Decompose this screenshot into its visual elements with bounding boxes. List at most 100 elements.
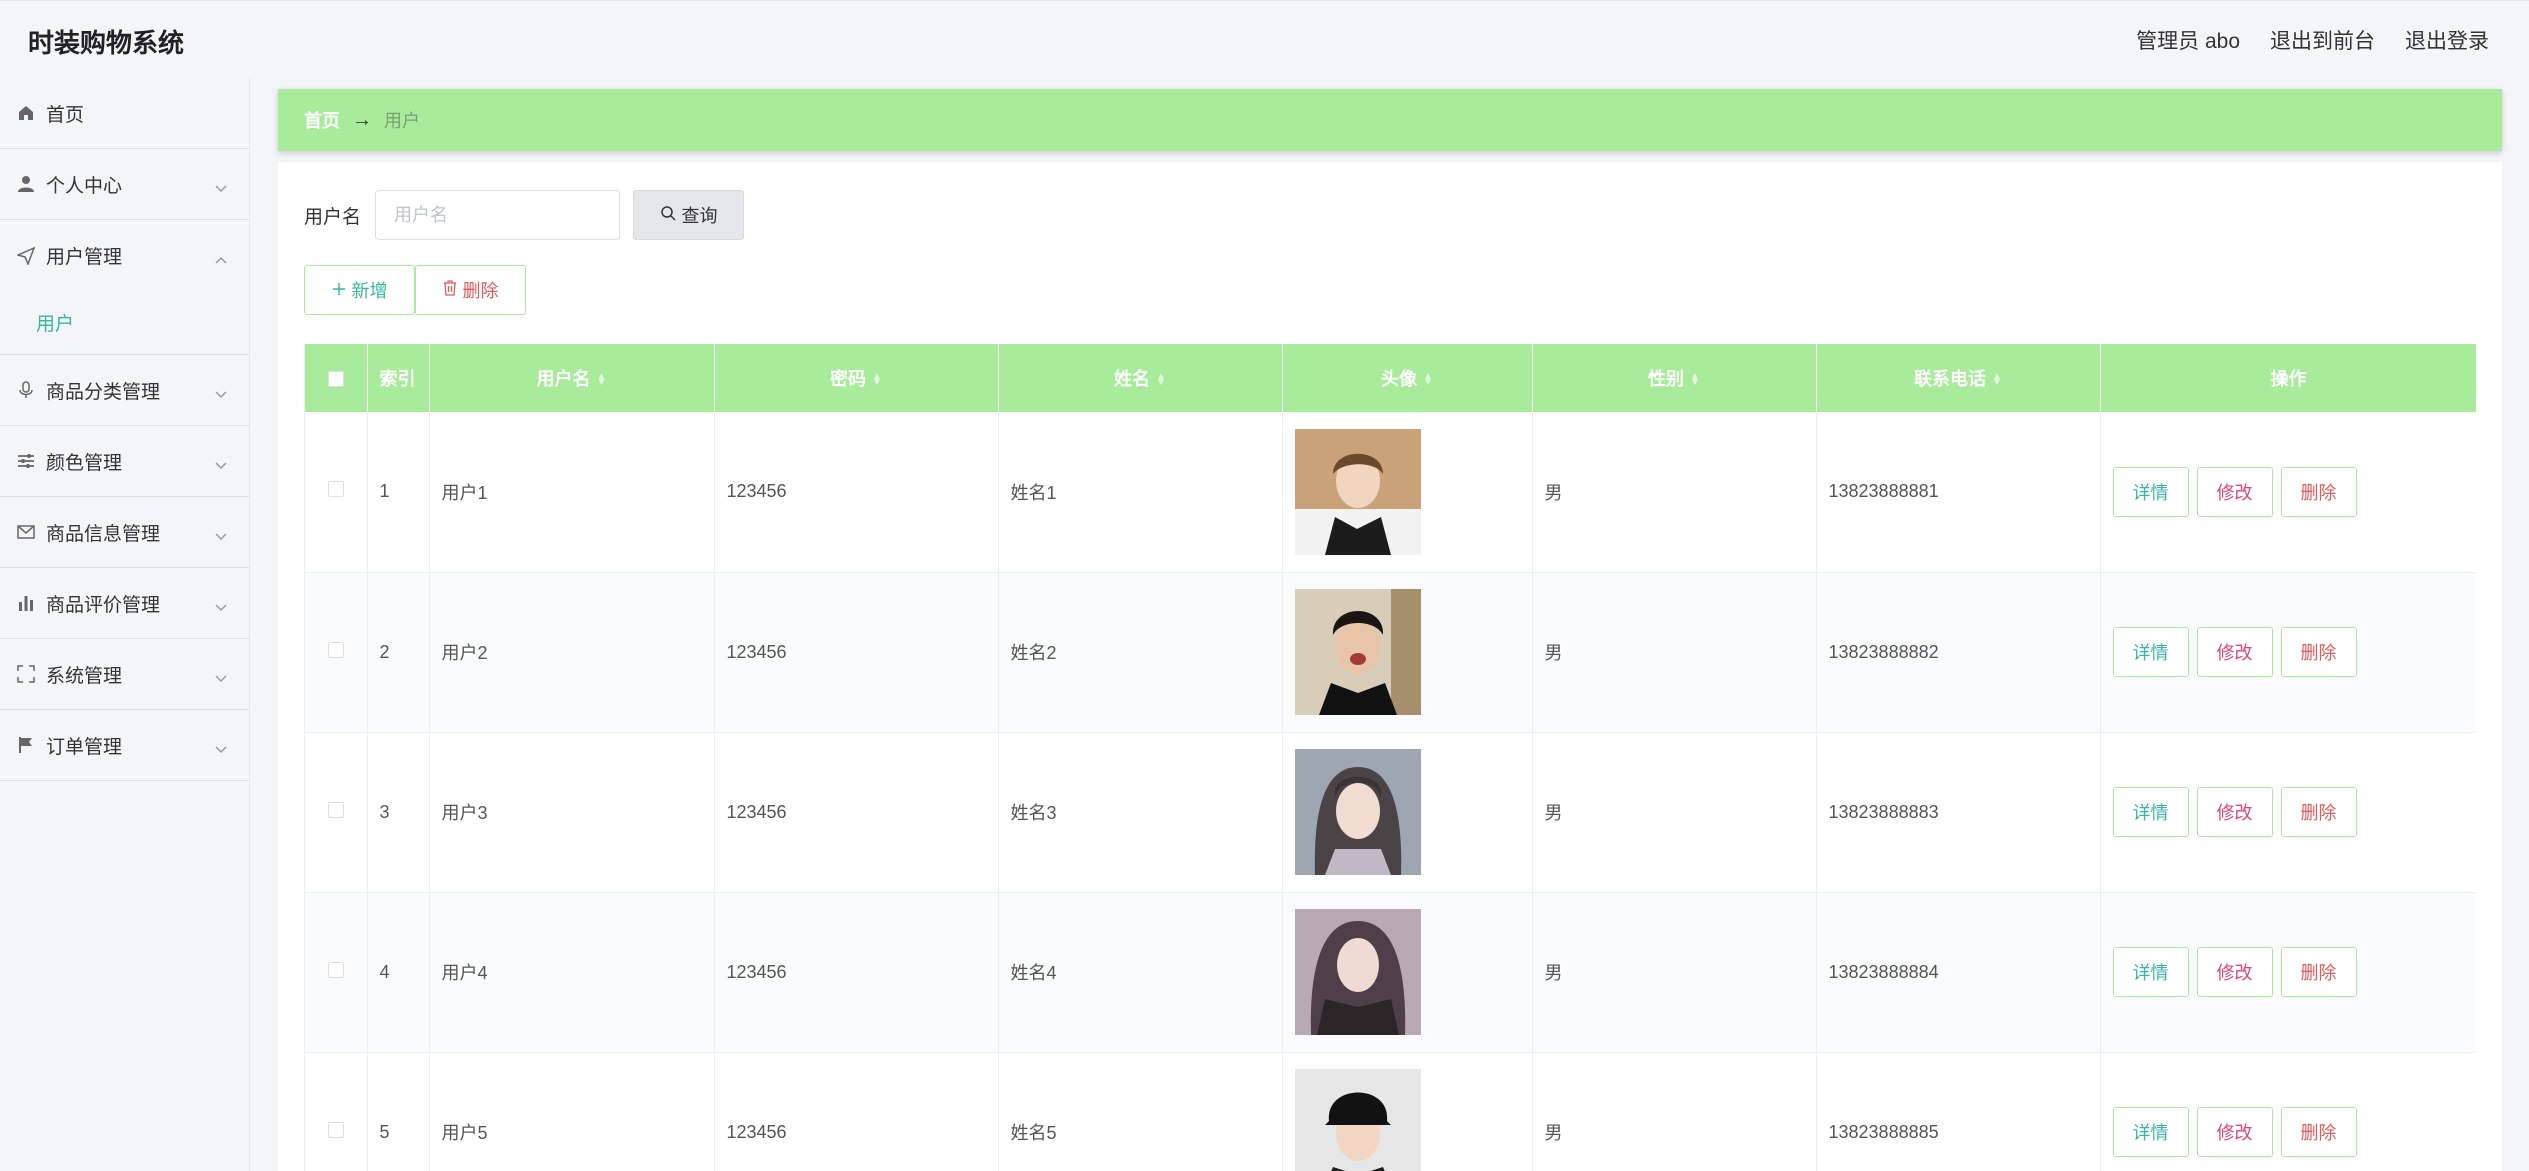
cell-gender: 男	[1532, 1052, 1817, 1171]
edit-button[interactable]: 修改	[2196, 466, 2273, 517]
column-header-phone[interactable]: 联系电话 ▲ ▼	[1816, 344, 2101, 412]
fullscreen-icon	[16, 664, 36, 684]
chevron-down-icon	[215, 596, 227, 618]
detail-button[interactable]: 详情	[2112, 466, 2189, 517]
sidebar-item-order-management[interactable]: 订单管理	[0, 710, 249, 781]
cell-actions: 详情 修改 删除	[2100, 732, 2476, 893]
sidebar-item-label: 订单管理	[46, 736, 123, 758]
batch-delete-button[interactable]: 删除	[415, 265, 526, 315]
row-checkbox[interactable]	[327, 961, 344, 978]
cell-gender: 男	[1532, 892, 1817, 1053]
row-checkbox[interactable]	[327, 1121, 344, 1138]
chevron-up-icon	[215, 248, 227, 270]
home-icon	[16, 103, 36, 123]
send-icon	[16, 246, 36, 266]
sidebar-item-personal-center[interactable]: 个人中心	[0, 149, 249, 220]
sidebar: 首页 个人中心 用户管理 用户 商品分类管理 颜色管理 商品信息管理 商品评价管…	[0, 78, 250, 1171]
delete-button[interactable]: 删除	[2280, 947, 2357, 997]
bar-chart-icon	[16, 593, 36, 613]
cell-username: 用户4	[429, 892, 715, 1053]
chevron-down-icon	[215, 383, 227, 405]
filter-lines-icon	[16, 451, 36, 471]
row-checkbox[interactable]	[327, 801, 344, 818]
table-row: 4 用户4 123456 姓名4 男 13823888884 详情 修改 删除	[305, 892, 2476, 1053]
breadcrumb-home-link[interactable]: 首页	[304, 107, 340, 133]
batch-delete-label: 删除	[462, 281, 499, 301]
breadcrumb-arrow: →	[352, 108, 372, 131]
row-checkbox[interactable]	[327, 641, 344, 658]
cell-username: 用户5	[429, 1052, 715, 1171]
edit-button[interactable]: 修改	[2196, 627, 2273, 677]
cell-actions: 详情 修改 删除	[2100, 572, 2476, 733]
cell-password: 123456	[714, 892, 999, 1053]
sidebar-subitem-users[interactable]: 用户	[0, 291, 249, 355]
chevron-down-icon	[215, 738, 227, 760]
select-all-checkbox[interactable]	[327, 370, 344, 387]
cell-index: 1	[367, 412, 430, 573]
column-header-index: 索引	[367, 344, 430, 412]
add-button-label: 新增	[351, 281, 388, 301]
search-input[interactable]	[375, 190, 621, 240]
sort-icon: ▲ ▼	[1690, 371, 1700, 389]
sidebar-item-product-info-management[interactable]: 商品信息管理	[0, 497, 249, 568]
column-header-password[interactable]: 密码 ▲ ▼	[714, 344, 999, 412]
table-row: 2 用户2 123456 姓名2 男 13823888882 详情 修改 删除	[305, 572, 2476, 733]
delete-button[interactable]: 删除	[2280, 1107, 2357, 1157]
sidebar-item-color-management[interactable]: 颜色管理	[0, 426, 249, 497]
exit-to-front-link[interactable]: 退出到前台	[2270, 25, 2375, 55]
column-header-gender[interactable]: 性别 ▲ ▼	[1532, 344, 1817, 412]
search-button-label: 查询	[681, 206, 718, 226]
cell-gender: 男	[1532, 732, 1817, 893]
sort-icon: ▲ ▼	[1156, 371, 1166, 389]
table-row: 3 用户3 123456 姓名3 男 13823888883 详情 修改 删除	[305, 732, 2476, 893]
detail-button[interactable]: 详情	[2112, 787, 2189, 837]
search-button[interactable]: 查询	[633, 190, 745, 240]
cell-name: 姓名1	[998, 412, 1283, 573]
chevron-down-icon	[215, 525, 227, 547]
edit-button[interactable]: 修改	[2196, 1107, 2273, 1157]
column-header-name[interactable]: 姓名 ▲ ▼	[998, 344, 1283, 412]
table-row: 5 用户5 123456 姓名5 男 13823888885 详情 修改 删除	[305, 1052, 2476, 1171]
chevron-down-icon	[215, 454, 227, 476]
app-title: 时装购物系统	[28, 28, 185, 58]
cell-name: 姓名3	[998, 732, 1283, 893]
detail-button[interactable]: 详情	[2112, 947, 2189, 997]
sidebar-item-review-management[interactable]: 商品评价管理	[0, 568, 249, 639]
plus-icon	[332, 280, 346, 301]
detail-button[interactable]: 详情	[2112, 627, 2189, 677]
delete-button[interactable]: 删除	[2280, 627, 2357, 677]
row-checkbox[interactable]	[327, 481, 344, 498]
sidebar-item-label: 商品信息管理	[46, 523, 161, 545]
main-content: 用户名 查询 新增 删除	[278, 162, 2502, 1171]
edit-button[interactable]: 修改	[2196, 947, 2273, 997]
cell-phone: 13823888885	[1816, 1052, 2101, 1171]
mail-icon	[16, 522, 36, 542]
delete-button[interactable]: 删除	[2280, 787, 2357, 837]
avatar	[1294, 909, 1421, 1035]
cell-password: 123456	[714, 1052, 999, 1171]
delete-button[interactable]: 删除	[2280, 466, 2357, 517]
user-table: 索引 用户名 ▲ ▼ 密码 ▲ ▼ 姓名 ▲ ▼ 头像 ▲ ▼ 性别 ▲ ▼ 联系电话 ▲ ▼ 操作 1…	[304, 344, 2476, 1171]
edit-button[interactable]: 修改	[2196, 787, 2273, 837]
sidebar-item-home[interactable]: 首页	[0, 78, 249, 149]
cell-index: 2	[367, 572, 430, 733]
logout-link[interactable]: 退出登录	[2405, 25, 2489, 55]
detail-button[interactable]: 详情	[2112, 1107, 2189, 1157]
header-actions: 管理员 abo 退出到前台 退出登录	[2136, 25, 2489, 55]
sidebar-item-user-management[interactable]: 用户管理	[0, 220, 249, 291]
top-header: 时装购物系统 管理员 abo 退出到前台 退出登录	[0, 0, 2529, 78]
column-header-username[interactable]: 用户名 ▲ ▼	[429, 344, 715, 412]
column-header-avatar[interactable]: 头像 ▲ ▼	[1282, 344, 1533, 412]
cell-password: 123456	[714, 412, 999, 573]
cell-gender: 男	[1532, 412, 1817, 573]
cell-actions: 详情 修改 删除	[2100, 412, 2476, 573]
sidebar-item-category-management[interactable]: 商品分类管理	[0, 355, 249, 426]
flag-icon	[16, 735, 36, 755]
cell-password: 123456	[714, 732, 999, 893]
sidebar-item-system-management[interactable]: 系统管理	[0, 639, 249, 710]
cell-actions: 详情 修改 删除	[2100, 892, 2476, 1053]
cell-username: 用户2	[429, 572, 715, 733]
breadcrumb: 首页 → 用户	[278, 89, 2502, 151]
add-button[interactable]: 新增	[304, 265, 415, 315]
select-all-cell[interactable]	[305, 344, 368, 412]
